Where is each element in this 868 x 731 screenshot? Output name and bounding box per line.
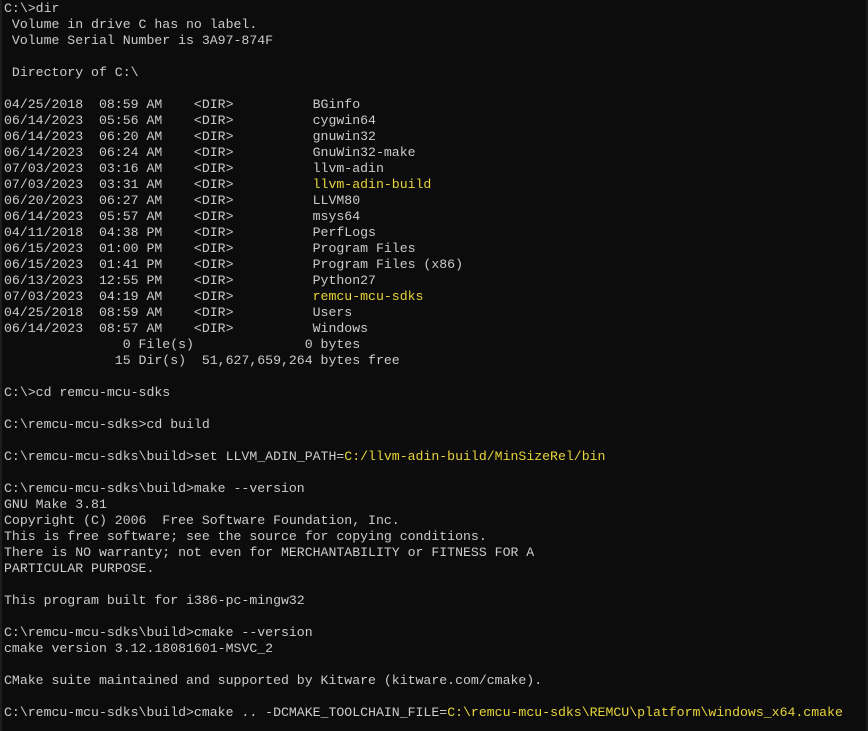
console-line: GNU Make 3.81 <box>4 497 843 513</box>
console-line: 07/03/2023 03:16 AM <DIR> llvm-adin <box>4 161 843 177</box>
console-line <box>4 465 843 481</box>
console-line: C:\remcu-mcu-sdks>cd build <box>4 417 843 433</box>
console-line: C:\>cd remcu-mcu-sdks <box>4 385 843 401</box>
console-line: This program built for i386-pc-mingw32 <box>4 593 843 609</box>
console-line <box>4 433 843 449</box>
console-line-text: 06/15/2023 01:00 PM <DIR> Program Files <box>4 241 416 256</box>
console-line-text: 07/03/2023 03:31 AM <DIR> <box>4 177 313 192</box>
console-line: This is free software; see the source fo… <box>4 529 843 545</box>
console-line-text: 06/14/2023 05:56 AM <DIR> cygwin64 <box>4 113 376 128</box>
console-line-text: cmake version 3.12.18081601-MSVC_2 <box>4 641 274 656</box>
console-line-text: C:\remcu-mcu-sdks\build>cmake .. -DCMAKE… <box>4 705 448 720</box>
console-line: 06/14/2023 06:20 AM <DIR> gnuwin32 <box>4 129 843 145</box>
console-line: CMake suite maintained and supported by … <box>4 673 843 689</box>
console-line-text: 04/11/2018 04:38 PM <DIR> PerfLogs <box>4 225 376 240</box>
console-line: 06/14/2023 05:57 AM <DIR> msys64 <box>4 209 843 225</box>
console-line-text: 06/15/2023 01:41 PM <DIR> Program Files … <box>4 257 463 272</box>
console-line-text <box>4 433 12 448</box>
console-line-text: CMake suite maintained and supported by … <box>4 673 543 688</box>
console-line: 04/11/2018 04:38 PM <DIR> PerfLogs <box>4 225 843 241</box>
console-line: PARTICULAR PURPOSE. <box>4 561 843 577</box>
console-line-text: 06/14/2023 05:57 AM <DIR> msys64 <box>4 209 361 224</box>
console-line: 0 File(s) 0 bytes <box>4 337 843 353</box>
console-line-text: 06/13/2023 12:55 PM <DIR> Python27 <box>4 273 376 288</box>
console-line-text <box>4 657 12 672</box>
console-line-text <box>4 689 12 704</box>
console-line-text: C:\remcu-mcu-sdks\build>set LLVM_ADIN_PA… <box>4 449 345 464</box>
console-line: Directory of C:\ <box>4 65 843 81</box>
console-line-text: 06/14/2023 06:20 AM <DIR> gnuwin32 <box>4 129 376 144</box>
console-line: C:\remcu-mcu-sdks\build>make --version <box>4 481 843 497</box>
console-line <box>4 609 843 625</box>
console-line: 04/25/2018 08:59 AM <DIR> BGinfo <box>4 97 843 113</box>
console-line: 06/14/2023 06:24 AM <DIR> GnuWin32-make <box>4 145 843 161</box>
console-line-text: C:\>cd remcu-mcu-sdks <box>4 385 171 400</box>
console-line: C:\remcu-mcu-sdks\build>cmake --version <box>4 625 843 641</box>
console-line-text: 06/14/2023 06:24 AM <DIR> GnuWin32-make <box>4 145 416 160</box>
console-line-text: Copyright (C) 2006 Free Software Foundat… <box>4 513 400 528</box>
console-line-text: C:\>dir <box>4 1 60 16</box>
console-line: There is NO warranty; not even for MERCH… <box>4 545 843 561</box>
console-line: 06/13/2023 12:55 PM <DIR> Python27 <box>4 273 843 289</box>
console-line: Volume Serial Number is 3A97-874F <box>4 33 843 49</box>
console-line: cmake version 3.12.18081601-MSVC_2 <box>4 641 843 657</box>
console-line <box>4 577 843 593</box>
console-line-text: This program built for i386-pc-mingw32 <box>4 593 305 608</box>
console-line-text: C:\remcu-mcu-sdks\build>make --version <box>4 481 305 496</box>
console-line <box>4 657 843 673</box>
console-line-text: This is free software; see the source fo… <box>4 529 487 544</box>
console-line: 07/03/2023 03:31 AM <DIR> llvm-adin-buil… <box>4 177 843 193</box>
console-line-text <box>4 369 12 384</box>
console-line-text: C:\remcu-mcu-sdks>cd build <box>4 417 210 432</box>
console-line-text: Volume Serial Number is 3A97-874F <box>4 33 274 48</box>
console-line <box>4 81 843 97</box>
console-line-text: 04/25/2018 08:59 AM <DIR> BGinfo <box>4 97 361 112</box>
console-line-text: 06/20/2023 06:27 AM <DIR> LLVM80 <box>4 193 361 208</box>
console-line-text <box>4 465 12 480</box>
console-line-text: 0 File(s) 0 bytes <box>4 337 361 352</box>
console-line-text: 07/03/2023 04:19 AM <DIR> <box>4 289 313 304</box>
console-line: C:\>dir <box>4 1 843 17</box>
console-line-text <box>4 577 12 592</box>
highlighted-text: llvm-adin-build <box>312 177 432 192</box>
console-line-text <box>4 49 12 64</box>
console-line-text: 15 Dir(s) 51,627,659,264 bytes free <box>4 353 400 368</box>
console-line-text: PARTICULAR PURPOSE. <box>4 561 155 576</box>
console-line-text: GNU Make 3.81 <box>4 497 107 512</box>
console-line: 06/14/2023 05:56 AM <DIR> cygwin64 <box>4 113 843 129</box>
console-line-text: There is NO warranty; not even for MERCH… <box>4 545 535 560</box>
console-line-text: Volume in drive C has no label. <box>4 17 258 32</box>
console-output[interactable]: C:\>dir Volume in drive C has no label. … <box>4 1 843 721</box>
console-line: 07/03/2023 04:19 AM <DIR> remcu-mcu-sdks <box>4 289 843 305</box>
console-line: C:\remcu-mcu-sdks\build>set LLVM_ADIN_PA… <box>4 449 843 465</box>
console-line-text: 04/25/2018 08:59 AM <DIR> Users <box>4 305 353 320</box>
console-line: 06/20/2023 06:27 AM <DIR> LLVM80 <box>4 193 843 209</box>
console-line-text: Directory of C:\ <box>4 65 139 80</box>
console-line: 06/14/2023 08:57 AM <DIR> Windows <box>4 321 843 337</box>
console-window[interactable]: C:\>dir Volume in drive C has no label. … <box>0 0 868 731</box>
console-line-text: C:\remcu-mcu-sdks\build>cmake --version <box>4 625 313 640</box>
console-line: 06/15/2023 01:41 PM <DIR> Program Files … <box>4 257 843 273</box>
console-line-text: 06/14/2023 08:57 AM <DIR> Windows <box>4 321 369 336</box>
console-line: 06/15/2023 01:00 PM <DIR> Program Files <box>4 241 843 257</box>
console-line-text <box>4 609 12 624</box>
console-line <box>4 689 843 705</box>
console-line <box>4 49 843 65</box>
highlighted-text: remcu-mcu-sdks <box>312 289 424 304</box>
console-line <box>4 369 843 385</box>
console-line <box>4 401 843 417</box>
console-line-text <box>4 81 12 96</box>
console-line: C:\remcu-mcu-sdks\build>cmake .. -DCMAKE… <box>4 705 843 721</box>
console-line: Volume in drive C has no label. <box>4 17 843 33</box>
console-line-text <box>4 401 12 416</box>
highlighted-text: C:\remcu-mcu-sdks\REMCU\platform\windows… <box>447 705 843 720</box>
console-line: 04/25/2018 08:59 AM <DIR> Users <box>4 305 843 321</box>
highlighted-text: C:/llvm-adin-build/MinSizeRel/bin <box>344 449 606 464</box>
console-line-text: 07/03/2023 03:16 AM <DIR> llvm-adin <box>4 161 384 176</box>
console-line: 15 Dir(s) 51,627,659,264 bytes free <box>4 353 843 369</box>
console-line: Copyright (C) 2006 Free Software Foundat… <box>4 513 843 529</box>
